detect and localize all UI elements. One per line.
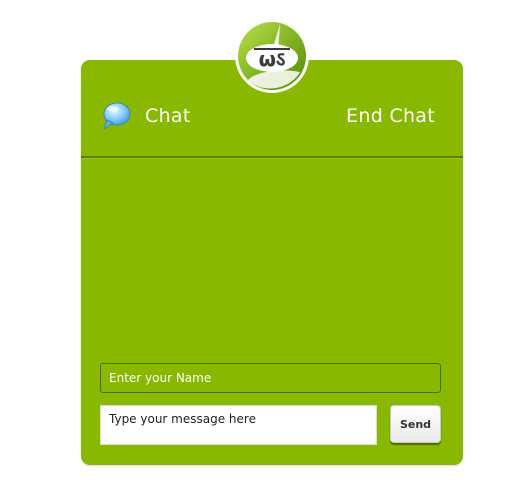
message-input[interactable] (100, 405, 377, 445)
brand-logo: ωऽ (234, 14, 310, 98)
chat-title-label: Chat (145, 105, 191, 127)
page: Chat End Chat Send ωऽ (0, 0, 524, 485)
send-button[interactable]: Send (390, 405, 441, 443)
chat-title: Chat (101, 100, 191, 132)
logo-text: ωऽ (259, 47, 286, 71)
chat-window: Chat End Chat Send (81, 60, 463, 465)
end-chat-button[interactable]: End Chat (346, 100, 435, 132)
chat-messages-area (81, 159, 463, 359)
speech-bubble-icon (101, 101, 131, 131)
name-input[interactable] (100, 363, 441, 393)
